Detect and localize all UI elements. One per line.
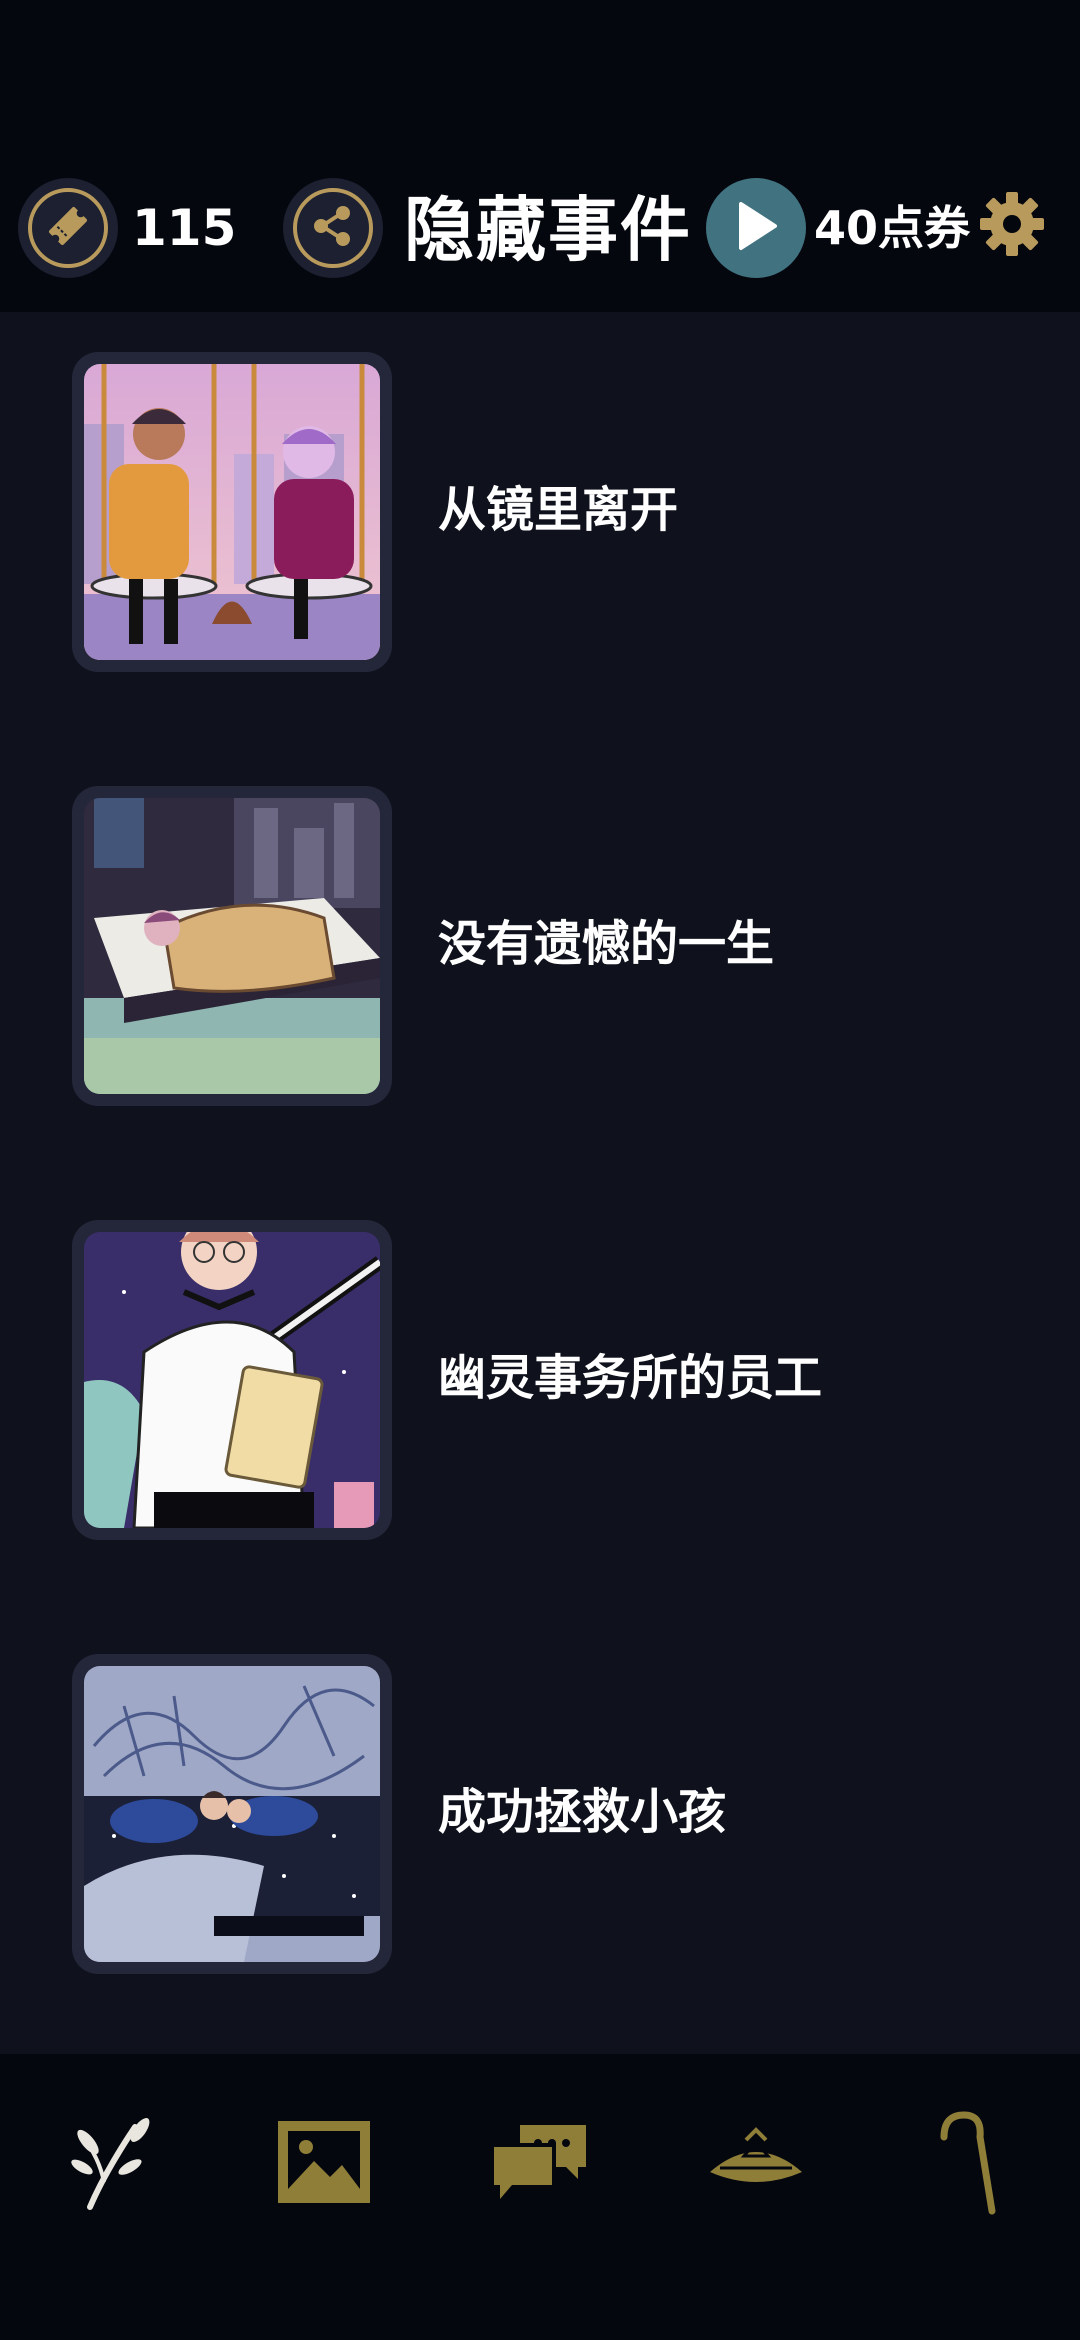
ticket-button[interactable]: [18, 178, 118, 278]
event-title: 从镜里离开: [438, 482, 679, 538]
event-item[interactable]: 幽灵事务所的员工: [0, 1180, 1080, 1540]
settings-button[interactable]: [972, 186, 1052, 266]
nav-chat[interactable]: [470, 2094, 610, 2234]
cane-icon: [930, 2107, 1010, 2221]
children-sleeping-illustration: [84, 1666, 380, 1962]
event-item[interactable]: 没有遗憾的一生: [0, 746, 1080, 1106]
event-title: 没有遗憾的一生: [438, 916, 775, 972]
gear-icon: [976, 188, 1048, 264]
play-ad-button[interactable]: [706, 178, 806, 278]
top-bar: 115 隐藏事件 40点券: [0, 0, 1080, 312]
event-item[interactable]: 从镜里离开: [0, 312, 1080, 672]
event-title: 幽灵事务所的员工: [438, 1350, 823, 1406]
event-thumbnail: [72, 352, 392, 672]
event-thumbnail: [72, 1654, 392, 1974]
hidden-events-screen: 115 隐藏事件 40点券 从镜里离开 没有遗憾的一生 幽灵事务所的员工 成功拯…: [0, 0, 1080, 2340]
office-worker-with-notebook-illustration: [84, 1232, 380, 1528]
share-button[interactable]: [283, 178, 383, 278]
hat-icon: [706, 2122, 806, 2206]
share-icon: [310, 203, 356, 253]
gallery-icon: [274, 2117, 374, 2211]
play-icon: [733, 200, 779, 256]
person-sleeping-in-bed-illustration: [84, 798, 380, 1094]
nav-hat[interactable]: [686, 2094, 826, 2234]
bottom-navigation: [0, 2054, 1080, 2340]
event-title: 成功拯救小孩: [438, 1784, 727, 1840]
ticket-count: 115: [132, 199, 237, 257]
branch-icon: [60, 2112, 160, 2216]
nav-gallery[interactable]: [254, 2094, 394, 2234]
event-thumbnail: [72, 786, 392, 1106]
event-item[interactable]: 成功拯救小孩: [0, 1614, 1080, 1974]
chat-icon: [490, 2117, 590, 2211]
coupon-reward-text: 40点券: [814, 201, 971, 255]
nav-branch[interactable]: [40, 2094, 180, 2234]
couple-on-swings-illustration: [84, 364, 380, 660]
page-title: 隐藏事件: [404, 189, 692, 271]
hidden-event-list: 从镜里离开 没有遗憾的一生 幽灵事务所的员工 成功拯救小孩: [0, 312, 1080, 2054]
nav-cane[interactable]: [900, 2094, 1040, 2234]
event-thumbnail: [72, 1220, 392, 1540]
ticket-icon: [44, 202, 92, 254]
